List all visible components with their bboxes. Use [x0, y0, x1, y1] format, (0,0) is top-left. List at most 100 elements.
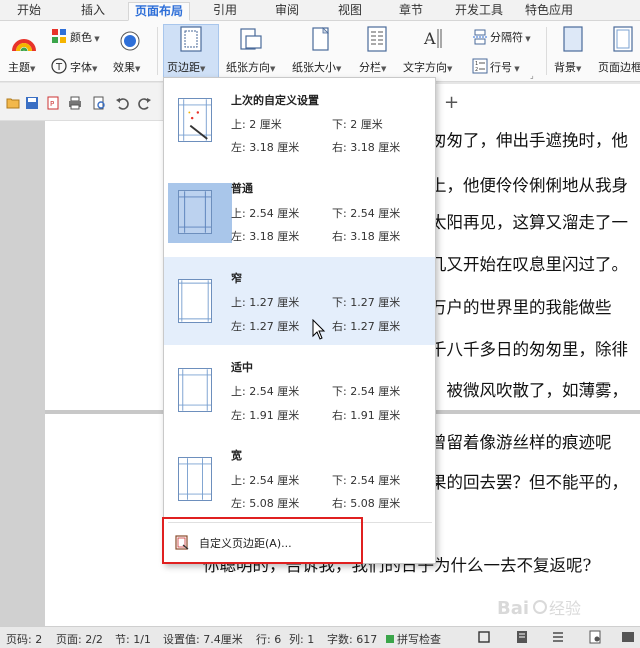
print-icon[interactable]	[68, 96, 82, 110]
status-page: 页面: 2/2	[56, 633, 103, 646]
preset-title: 上次的自定义设置	[231, 94, 319, 107]
columns-button[interactable]: 分栏▼	[359, 59, 386, 75]
group-launcher-icon[interactable]: ⌟	[530, 71, 534, 80]
tab-page-layout[interactable]: 页面布局	[128, 2, 190, 21]
text-direction-icon: A	[423, 29, 442, 48]
document-line: 匆匆了，伸出手遮挽时，他	[430, 131, 628, 150]
columns-label: 分栏	[359, 61, 381, 74]
preset-top-value: 上: 2.54 厘米	[231, 474, 300, 487]
color-label: 颜色	[70, 31, 92, 44]
orientation-label: 纸张方向	[226, 61, 270, 74]
margin-preset-wide[interactable]: 宽 上: 2.54 厘米 下: 2.54 厘米 左: 5.08 厘米 右: 5.…	[164, 435, 435, 523]
margin-preset-moderate[interactable]: 适中 上: 2.54 厘米 下: 2.54 厘米 左: 1.91 厘米 右: 1…	[164, 346, 435, 434]
effect-button[interactable]: 效果▼	[113, 59, 140, 75]
theme-label: 主题	[8, 61, 30, 74]
document-line: ，被微风吹散了，如薄雾，	[430, 381, 628, 400]
preset-title: 宽	[231, 449, 242, 462]
margin-preset-thumbnail	[178, 190, 212, 234]
background-button[interactable]: 背景▼	[554, 59, 581, 75]
breaks-button[interactable]: 分隔符 ▼	[490, 29, 531, 45]
save-icon[interactable]	[25, 96, 39, 110]
margin-preset-last-custom[interactable]: 上次的自定义设置 上: 2 厘米 下: 2 厘米 左: 3.18 厘米 右: 3…	[164, 78, 435, 166]
document-line: 曾留着像游丝样的痕迹呢	[430, 433, 612, 452]
font-button[interactable]: 字体▼	[70, 59, 97, 75]
paper-size-label: 纸张大小	[292, 61, 336, 74]
tab-insert[interactable]: 插入	[72, 2, 114, 21]
preset-left-value: 左: 3.18 厘米	[231, 141, 300, 154]
svg-text:2: 2	[475, 67, 478, 73]
redo-icon[interactable]	[138, 96, 152, 110]
preset-title: 适中	[231, 361, 253, 374]
text-direction-label: 文字方向	[403, 61, 447, 74]
theme-button[interactable]: 主题▼	[8, 59, 35, 75]
color-palette-icon	[52, 29, 66, 43]
preset-title: 普通	[231, 182, 253, 195]
web-view-icon[interactable]	[588, 630, 602, 644]
spell-check-toggle[interactable]: 拼写检查	[386, 631, 441, 647]
spell-check-status-icon	[386, 635, 394, 643]
ribbon-divider	[157, 27, 158, 75]
tab-section[interactable]: 章节	[390, 2, 432, 21]
tab-features[interactable]: 特色应用	[519, 2, 579, 21]
effect-icon	[120, 31, 140, 51]
document-left-gutter	[0, 84, 45, 626]
background-icon	[563, 26, 583, 52]
margin-preset-normal[interactable]: 普通 上: 2.54 厘米 下: 2.54 厘米 左: 3.18 厘米 右: 3…	[164, 168, 435, 256]
export-pdf-icon[interactable]: P	[46, 96, 60, 110]
columns-icon	[367, 26, 387, 52]
status-word-count[interactable]: 字数: 617	[327, 631, 377, 647]
preset-right-value: 右: 5.08 厘米	[332, 497, 401, 510]
document-line: 万户的世界里的我能做些	[430, 298, 612, 317]
document-line: 太阳再见，这算又溜走了一	[430, 213, 628, 232]
preset-left-value: 左: 1.27 厘米	[231, 320, 300, 333]
preset-right-value: 右: 3.18 厘米	[332, 141, 401, 154]
paper-size-button[interactable]: 纸张大小▼	[292, 59, 341, 75]
read-view-icon[interactable]	[621, 630, 635, 644]
page-border-button[interactable]: 页面边框	[598, 59, 640, 75]
highlight-annotation-box	[162, 517, 363, 564]
text-direction-button[interactable]: 文字方向▼	[403, 59, 452, 75]
margin-preset-narrow[interactable]: 窄 上: 1.27 厘米 下: 1.27 厘米 左: 1.27 厘米 右: 1.…	[164, 257, 435, 345]
tab-view[interactable]: 视图	[329, 2, 371, 21]
page-border-label: 页面边框	[598, 61, 640, 74]
orientation-button[interactable]: 纸张方向▼	[226, 59, 275, 75]
print-preview-icon[interactable]	[92, 96, 106, 110]
preset-bottom-value: 下: 2 厘米	[332, 118, 383, 131]
preset-top-value: 上: 1.27 厘米	[231, 296, 300, 309]
preset-right-value: 右: 1.27 厘米	[332, 320, 401, 333]
new-tab-plus-icon[interactable]: +	[444, 92, 459, 113]
ribbon-divider	[546, 27, 547, 75]
preset-left-value: 左: 1.91 厘米	[231, 409, 300, 422]
preset-top-value: 上: 2.54 厘米	[231, 385, 300, 398]
ribbon-tab-bar: 开始 插入 页面布局 引用 审阅 视图 章节 开发工具 特色应用	[0, 0, 640, 21]
document-line: 果的回去罢？但不能平的，	[430, 473, 628, 492]
tab-developer[interactable]: 开发工具	[449, 2, 509, 21]
line-numbers-label: 行号	[490, 61, 512, 74]
open-folder-icon[interactable]	[6, 96, 20, 110]
paper-size-icon	[312, 27, 329, 51]
tab-start[interactable]: 开始	[8, 2, 50, 21]
ribbon-panel: 主题▼ 颜色 ▼ T 字体▼ 效果▼ 页边距▼ 纸张方向▼ 纸张大小▼ 分栏▼ …	[0, 21, 640, 82]
font-icon: T	[51, 58, 67, 74]
margins-button[interactable]: 页边距▼	[167, 59, 205, 75]
tab-review[interactable]: 审阅	[266, 2, 308, 21]
theme-icon	[12, 39, 36, 52]
page-border-icon	[613, 26, 633, 52]
margin-preset-thumbnail	[178, 368, 212, 412]
focus-mode-icon[interactable]	[477, 630, 491, 644]
margin-preset-thumbnail	[178, 457, 212, 501]
document-line: 几又开始在叹息里闪过了。	[430, 255, 628, 274]
preset-bottom-value: 下: 1.27 厘米	[332, 296, 401, 309]
font-label: 字体	[70, 61, 92, 74]
preset-title: 窄	[231, 272, 242, 285]
preset-right-value: 右: 1.91 厘米	[332, 409, 401, 422]
status-row: 行: 6	[256, 633, 282, 646]
outline-view-icon[interactable]	[551, 630, 565, 644]
line-numbers-icon: 1 2	[472, 58, 488, 74]
page-view-icon[interactable]	[515, 630, 529, 644]
tab-references[interactable]: 引用	[204, 2, 246, 21]
undo-icon[interactable]	[115, 96, 129, 110]
line-numbers-button[interactable]: 行号 ▼	[490, 59, 520, 75]
svg-text:Bai: Bai	[497, 598, 529, 619]
color-button[interactable]: 颜色 ▼	[70, 29, 100, 45]
